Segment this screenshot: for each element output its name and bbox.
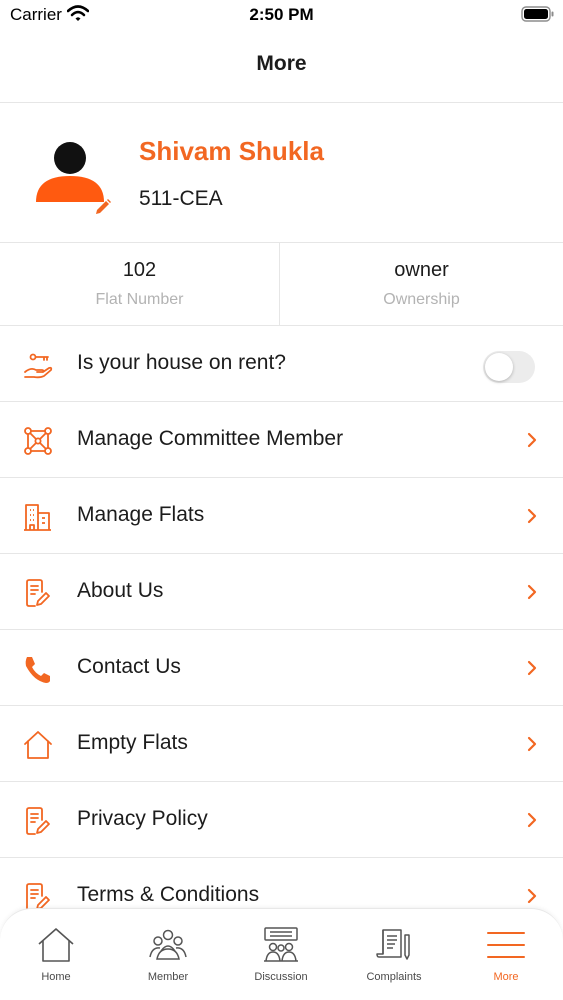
ownership-label: Ownership [383, 291, 460, 308]
flat-number-value: 102 [122, 259, 157, 281]
battery-icon [521, 6, 554, 22]
menu-item-label: Manage Flats [77, 503, 205, 526]
chevron-right-icon [527, 888, 537, 904]
menu-item-about-us[interactable]: About Us [0, 554, 563, 630]
status-time: 2:50 PM [249, 5, 314, 24]
menu-item-label: Contact Us [77, 655, 181, 678]
page-title: More [256, 52, 307, 75]
chevron-right-icon [527, 736, 537, 752]
discussion-icon [264, 927, 298, 962]
chevron-right-icon [527, 508, 537, 524]
header-divider [0, 102, 563, 103]
menu-item-label: Terms & Conditions [77, 883, 260, 906]
ownership-stat: owner Ownership [280, 243, 563, 325]
tab-complaints[interactable]: Complaints [338, 909, 450, 1000]
tab-label: Member [147, 971, 189, 983]
menu-item-manage-flats[interactable]: Manage Flats [0, 478, 563, 554]
phone-icon [25, 657, 50, 683]
menu-item-contact-us[interactable]: Contact Us [0, 630, 563, 706]
flat-number-label: Flat Number [95, 291, 184, 308]
menu-item-empty-flats[interactable]: Empty Flats [0, 706, 563, 782]
flat-number-stat: 102 Flat Number [0, 243, 279, 325]
tab-label: Discussion [254, 971, 308, 983]
menu-icon [487, 932, 525, 958]
tab-label: More [493, 971, 519, 983]
menu-item-label: About Us [77, 579, 164, 602]
edit-pencil-icon[interactable] [94, 198, 112, 216]
status-bar: Carrier 2:50 PM [0, 0, 563, 30]
home-outline-icon [24, 731, 52, 759]
rent-row: Is your house on rent? [0, 326, 563, 402]
profile-name: Shivam Shukla [139, 136, 324, 166]
menu-item-label: Empty Flats [77, 731, 188, 754]
toggle-knob [485, 353, 513, 381]
network-icon [24, 427, 52, 455]
home-icon [38, 928, 74, 962]
document-edit-icon [26, 579, 50, 607]
rent-toggle[interactable] [483, 351, 535, 383]
menu-item-label: Privacy Policy [77, 807, 208, 830]
complaints-icon [376, 929, 410, 960]
menu-item-label: Manage Committee Member [77, 427, 344, 450]
rent-hand-icon [24, 353, 53, 379]
rent-label: Is your house on rent? [77, 351, 286, 374]
chevron-right-icon [527, 432, 537, 448]
tab-label: Home [41, 971, 71, 983]
tab-discussion[interactable]: Discussion [225, 909, 337, 1000]
tab-home[interactable]: Home [0, 909, 112, 1000]
building-icon [24, 504, 51, 531]
ownership-value: owner [394, 259, 449, 281]
chevron-right-icon [527, 812, 537, 828]
menu-item-privacy-policy[interactable]: Privacy Policy [0, 782, 563, 858]
members-icon [149, 929, 187, 960]
menu-item-manage-committee[interactable]: Manage Committee Member [0, 402, 563, 478]
tab-label: Complaints [366, 971, 422, 983]
tab-more[interactable]: More [450, 909, 562, 1000]
chevron-right-icon [527, 660, 537, 676]
chevron-right-icon [527, 584, 537, 600]
document-edit-icon [26, 807, 50, 835]
tab-member[interactable]: Member [112, 909, 224, 1000]
profile-unit: 511-CEA [139, 187, 223, 210]
bottom-tab-bar: Home Member Discussion Complaints More [0, 908, 563, 1000]
